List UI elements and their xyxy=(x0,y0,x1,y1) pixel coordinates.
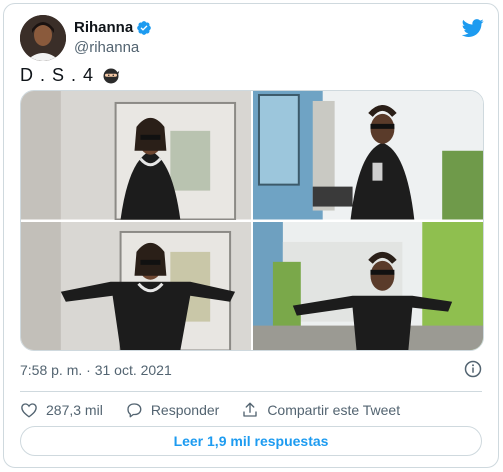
read-replies-button[interactable]: Leer 1,9 mil respuestas xyxy=(20,426,482,456)
heart-icon xyxy=(21,403,37,418)
photo-4[interactable] xyxy=(253,221,483,350)
reply-label: Responder xyxy=(150,402,220,418)
author-name[interactable]: Rihanna xyxy=(74,19,133,37)
author-handle[interactable]: @rihanna xyxy=(74,39,139,56)
twitter-bird-icon[interactable] xyxy=(462,17,484,39)
tweet-card: Rihanna @rihanna D . S . 4 7:58 p. m. · … xyxy=(3,3,499,468)
tweet-text-content: D . S . 4 xyxy=(20,65,95,85)
avatar[interactable] xyxy=(20,15,66,61)
reply-button[interactable]: Responder xyxy=(125,401,220,419)
info-icon[interactable] xyxy=(464,360,482,378)
tweet-text: D . S . 4 xyxy=(20,65,120,86)
author-name-row[interactable]: Rihanna xyxy=(74,19,152,37)
like-count: 287,3 mil xyxy=(46,402,103,418)
divider xyxy=(20,391,482,392)
tweet-actions: 287,3 mil Responder Compartir este Tweet xyxy=(20,398,422,422)
photo-3[interactable] xyxy=(21,221,251,350)
photo-2[interactable] xyxy=(253,91,483,220)
share-button[interactable]: Compartir este Tweet xyxy=(241,401,400,419)
ninja-icon xyxy=(103,68,120,83)
reply-icon xyxy=(127,403,142,418)
share-icon xyxy=(243,402,257,417)
share-label: Compartir este Tweet xyxy=(267,402,401,418)
photo-1[interactable] xyxy=(21,91,251,220)
media-grid xyxy=(20,90,484,351)
tweet-timestamp[interactable]: 7:58 p. m. · 31 oct. 2021 xyxy=(20,362,172,378)
verified-badge-icon xyxy=(137,21,152,35)
like-button[interactable]: 287,3 mil xyxy=(20,401,103,419)
